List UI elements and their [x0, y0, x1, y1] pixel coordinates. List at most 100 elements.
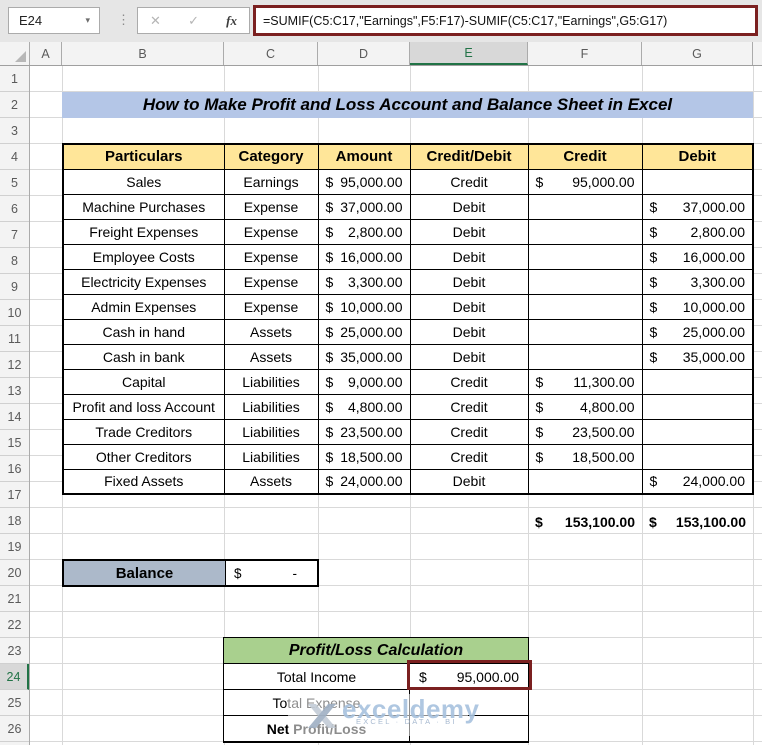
- balance-label-cell[interactable]: Balance: [64, 561, 226, 585]
- header-debit[interactable]: Debit: [642, 144, 753, 169]
- cell-credit[interactable]: [528, 269, 642, 294]
- cell-amount[interactable]: $10,000.00: [318, 294, 410, 319]
- cell-amount[interactable]: $18,500.00: [318, 444, 410, 469]
- cell-credit[interactable]: $11,300.00: [528, 369, 642, 394]
- pl-label-cell[interactable]: Total Income: [224, 664, 410, 689]
- row-header-24-selected[interactable]: 24: [0, 664, 29, 690]
- cell-credit[interactable]: $23,500.00: [528, 419, 642, 444]
- cell-credit-debit[interactable]: Credit: [410, 394, 528, 419]
- balance-value-cell[interactable]: $ -: [226, 561, 317, 585]
- cell-category[interactable]: Expense: [224, 244, 318, 269]
- cell-debit[interactable]: $3,300.00: [642, 269, 753, 294]
- cell-amount[interactable]: $23,500.00: [318, 419, 410, 444]
- cell-category[interactable]: Assets: [224, 469, 318, 494]
- cell-credit-debit[interactable]: Debit: [410, 219, 528, 244]
- cell-amount[interactable]: $16,000.00: [318, 244, 410, 269]
- cell-credit[interactable]: [528, 194, 642, 219]
- cell-credit[interactable]: [528, 469, 642, 494]
- cell-credit-debit[interactable]: Credit: [410, 419, 528, 444]
- cell-credit-debit[interactable]: Debit: [410, 319, 528, 344]
- cell-credit-debit[interactable]: Debit: [410, 244, 528, 269]
- cell-credit[interactable]: $4,800.00: [528, 394, 642, 419]
- cell-particulars[interactable]: Cash in hand: [63, 319, 224, 344]
- column-header-f[interactable]: F: [528, 42, 642, 65]
- cell-debit[interactable]: $24,000.00: [642, 469, 753, 494]
- column-header-b[interactable]: B: [62, 42, 224, 65]
- cell-amount[interactable]: $24,000.00: [318, 469, 410, 494]
- header-amount[interactable]: Amount: [318, 144, 410, 169]
- cell-debit[interactable]: [642, 419, 753, 444]
- row-header-4[interactable]: 4: [0, 144, 29, 170]
- cell-category[interactable]: Expense: [224, 269, 318, 294]
- cell-amount[interactable]: $9,000.00: [318, 369, 410, 394]
- cell-category[interactable]: Expense: [224, 194, 318, 219]
- cell-amount[interactable]: $3,300.00: [318, 269, 410, 294]
- cell-debit[interactable]: $37,000.00: [642, 194, 753, 219]
- row-header-13[interactable]: 13: [0, 378, 29, 404]
- cell-credit-debit[interactable]: Debit: [410, 344, 528, 369]
- row-header-10[interactable]: 10: [0, 300, 29, 326]
- cell-credit[interactable]: [528, 319, 642, 344]
- cell-category[interactable]: Assets: [224, 344, 318, 369]
- cell-particulars[interactable]: Profit and loss Account: [63, 394, 224, 419]
- cell-category[interactable]: Liabilities: [224, 444, 318, 469]
- cell-category[interactable]: Expense: [224, 294, 318, 319]
- cell-amount[interactable]: $2,800.00: [318, 219, 410, 244]
- insert-function-icon[interactable]: fx: [226, 13, 237, 29]
- cell-particulars[interactable]: Admin Expenses: [63, 294, 224, 319]
- header-particulars[interactable]: Particulars: [63, 144, 224, 169]
- row-header-26[interactable]: 26: [0, 716, 29, 742]
- row-header-8[interactable]: 8: [0, 248, 29, 274]
- row-header-18[interactable]: 18: [0, 508, 29, 534]
- cell-credit[interactable]: $95,000.00: [528, 169, 642, 194]
- cell-amount[interactable]: $35,000.00: [318, 344, 410, 369]
- row-header-23[interactable]: 23: [0, 638, 29, 664]
- name-box-dropdown-icon[interactable]: ▾: [85, 15, 99, 26]
- pl-header-cell[interactable]: Profit/Loss Calculation: [224, 638, 528, 664]
- name-box[interactable]: E24 ▾: [8, 7, 100, 34]
- row-header-9[interactable]: 9: [0, 274, 29, 300]
- cell-debit[interactable]: [642, 394, 753, 419]
- header-credit[interactable]: Credit: [528, 144, 642, 169]
- cell-credit-debit[interactable]: Debit: [410, 269, 528, 294]
- cell-amount[interactable]: $95,000.00: [318, 169, 410, 194]
- cancel-icon[interactable]: ✕: [150, 13, 161, 29]
- cell-particulars[interactable]: Cash in bank: [63, 344, 224, 369]
- row-header-21[interactable]: 21: [0, 586, 29, 612]
- cell-particulars[interactable]: Electricity Expenses: [63, 269, 224, 294]
- cell-amount[interactable]: $37,000.00: [318, 194, 410, 219]
- row-header-14[interactable]: 14: [0, 404, 29, 430]
- header-category[interactable]: Category: [224, 144, 318, 169]
- row-header-20[interactable]: 20: [0, 560, 29, 586]
- row-header-16[interactable]: 16: [0, 456, 29, 482]
- sheet-title-cell[interactable]: How to Make Profit and Loss Account and …: [62, 92, 753, 118]
- cell-debit[interactable]: [642, 444, 753, 469]
- cell-amount[interactable]: $25,000.00: [318, 319, 410, 344]
- cell-category[interactable]: Liabilities: [224, 419, 318, 444]
- pl-value-cell[interactable]: $ 95,000.00: [410, 664, 528, 689]
- column-header-a[interactable]: A: [30, 42, 62, 65]
- cell-credit[interactable]: $18,500.00: [528, 444, 642, 469]
- cell-category[interactable]: Earnings: [224, 169, 318, 194]
- cell-particulars[interactable]: Sales: [63, 169, 224, 194]
- cell-credit[interactable]: [528, 244, 642, 269]
- row-header-25[interactable]: 25: [0, 690, 29, 716]
- column-header-d[interactable]: D: [318, 42, 410, 65]
- cell-amount[interactable]: $4,800.00: [318, 394, 410, 419]
- credit-total-cell[interactable]: $ 153,100.00: [528, 509, 642, 534]
- cell-category[interactable]: Assets: [224, 319, 318, 344]
- cell-credit-debit[interactable]: Debit: [410, 469, 528, 494]
- formula-input[interactable]: =SUMIF(C5:C17,"Earnings",F5:F17)-SUMIF(C…: [253, 5, 758, 36]
- cell-debit[interactable]: $2,800.00: [642, 219, 753, 244]
- cell-particulars[interactable]: Capital: [63, 369, 224, 394]
- row-header-15[interactable]: 15: [0, 430, 29, 456]
- enter-icon[interactable]: ✓: [188, 13, 199, 29]
- select-all-button[interactable]: [0, 42, 30, 65]
- cell-credit-debit[interactable]: Credit: [410, 369, 528, 394]
- cell-credit[interactable]: [528, 219, 642, 244]
- cell-debit[interactable]: $16,000.00: [642, 244, 753, 269]
- column-header-g[interactable]: G: [642, 42, 753, 65]
- row-header-6[interactable]: 6: [0, 196, 29, 222]
- cell-particulars[interactable]: Freight Expenses: [63, 219, 224, 244]
- cell-credit[interactable]: [528, 344, 642, 369]
